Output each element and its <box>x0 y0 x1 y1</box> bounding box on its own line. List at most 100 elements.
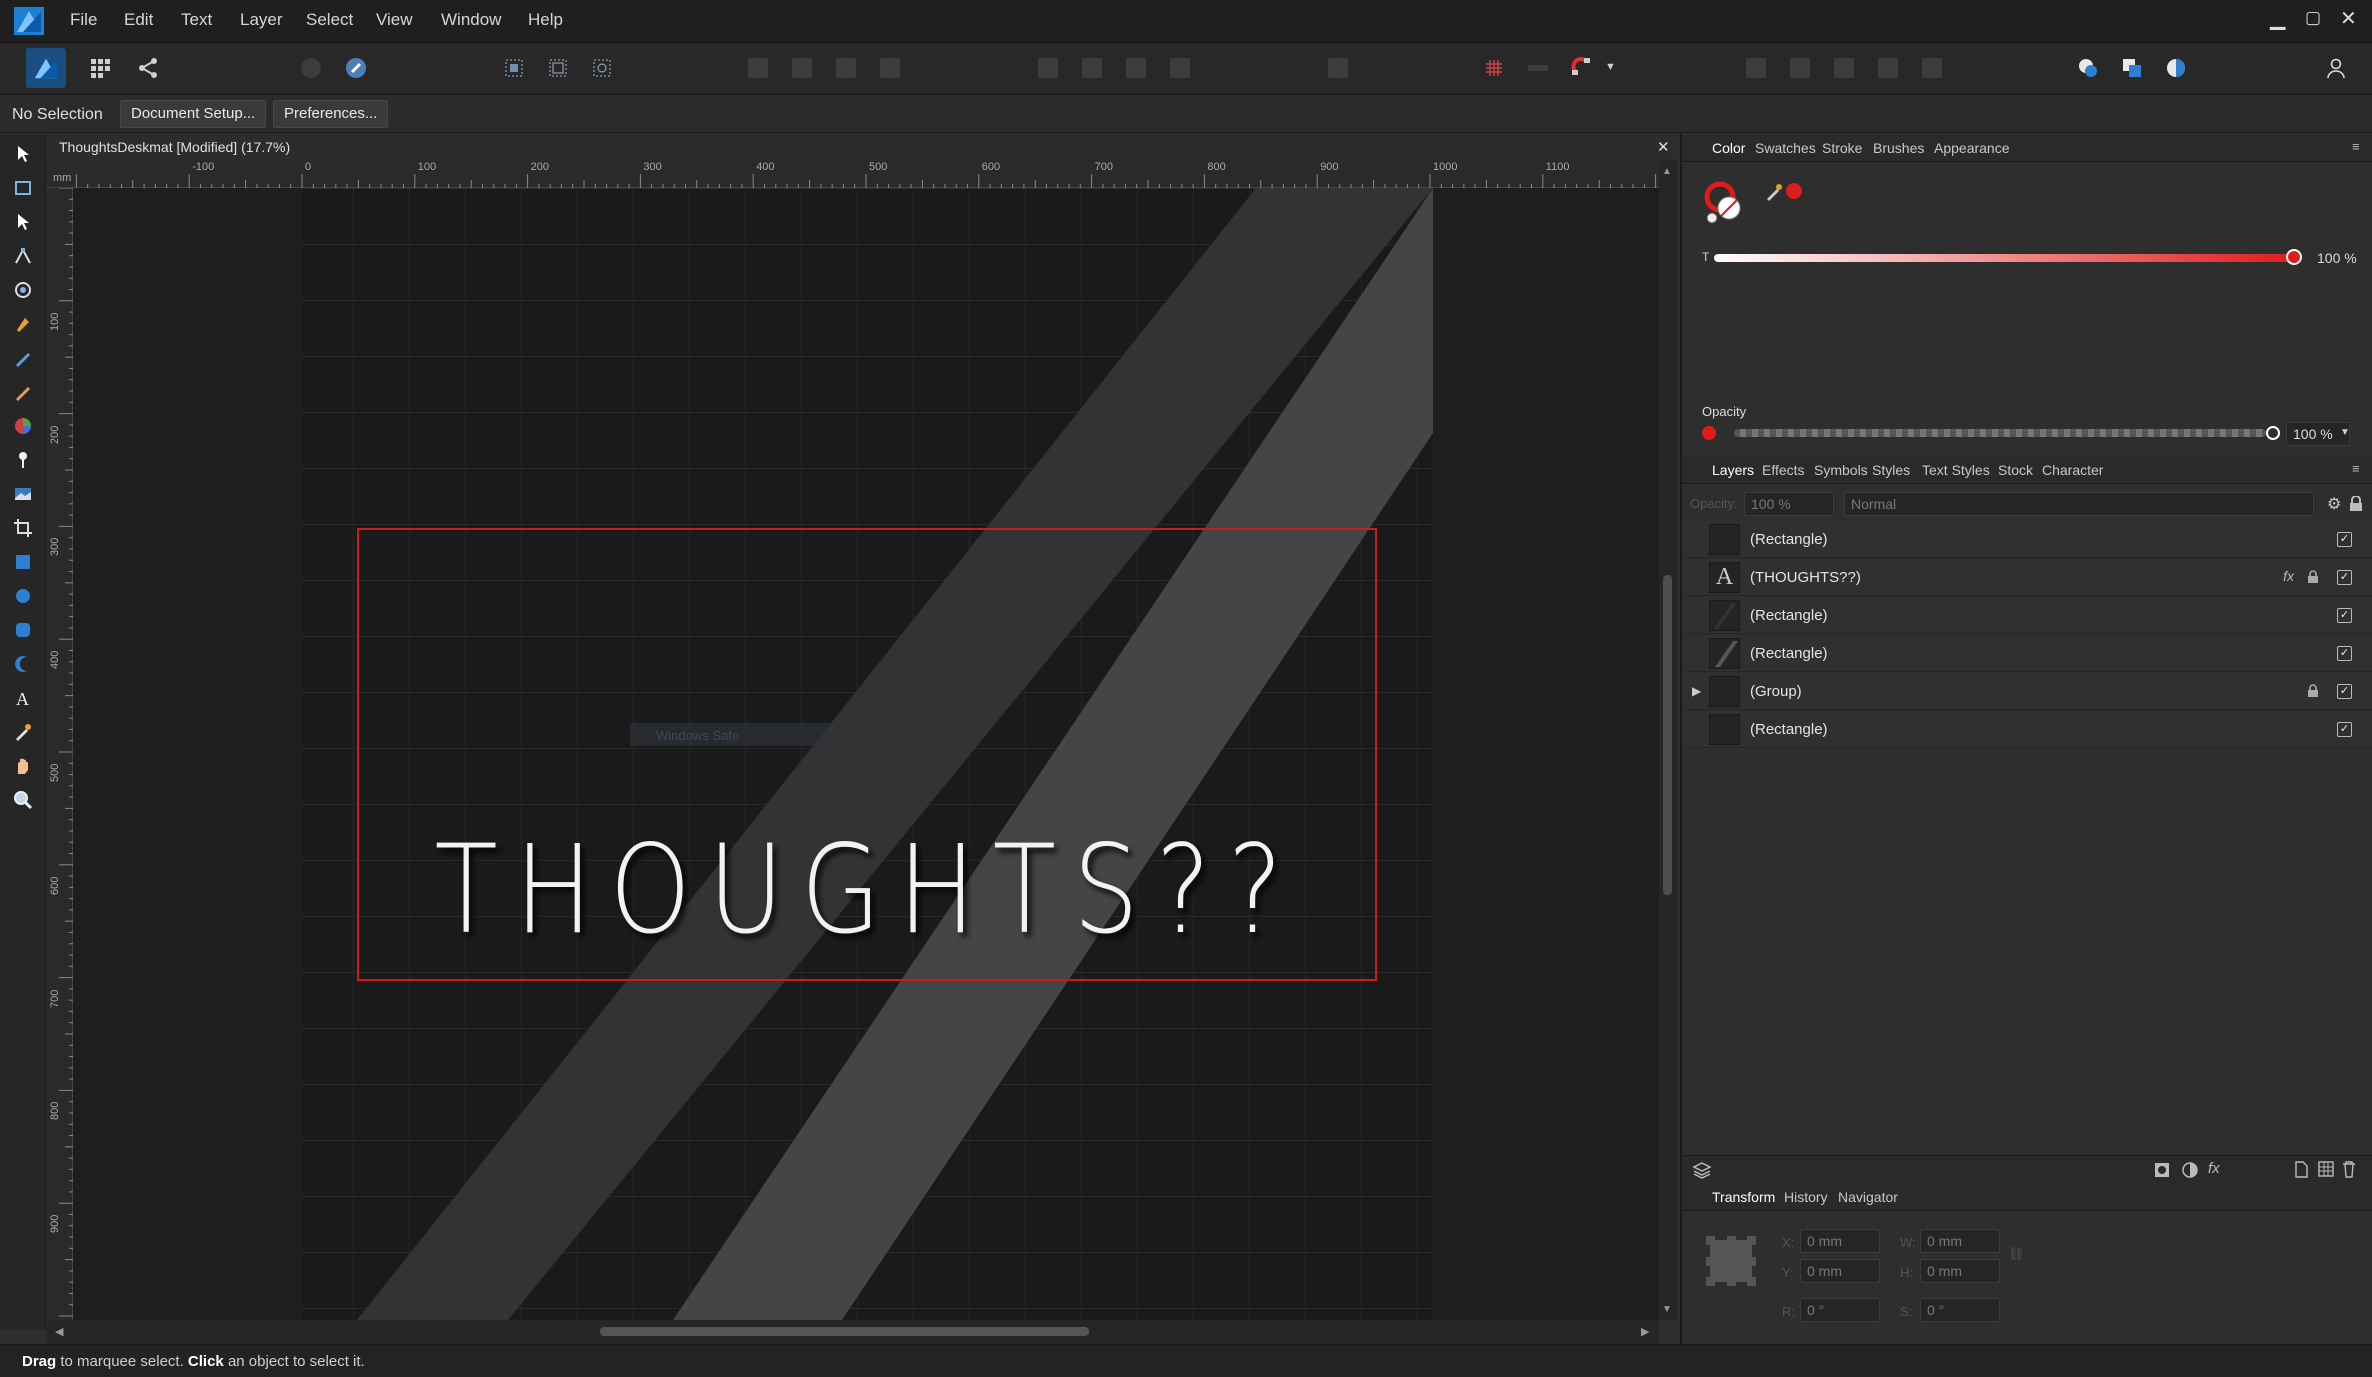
boolean-divide-icon[interactable] <box>874 52 906 84</box>
layer-row[interactable]: (Rectangle) ✓ <box>1684 521 2372 558</box>
shape-tool-icon[interactable] <box>9 650 37 678</box>
scroll-left-icon[interactable]: ◀ <box>55 1325 63 1338</box>
horizontal-scrollbar[interactable]: ◀ ▶ <box>47 1320 1659 1344</box>
tab-history[interactable]: History <box>1784 1189 1828 1205</box>
user-account-icon[interactable] <box>2320 52 2352 84</box>
rotate-right-icon[interactable] <box>1164 52 1196 84</box>
current-color-dot[interactable] <box>1786 183 1802 199</box>
tab-color[interactable]: Color <box>1712 140 1745 156</box>
transparency-tool-icon[interactable] <box>9 446 37 474</box>
shear-field[interactable]: 0 ° <box>1920 1298 2000 1322</box>
tab-appearance[interactable]: Appearance <box>1934 140 2010 156</box>
tab-layers[interactable]: Layers <box>1712 462 1754 478</box>
headline-text[interactable]: THOUGHTS?? <box>435 819 1300 961</box>
point-transform-tool-icon[interactable] <box>9 242 37 270</box>
layer-visibility-checkbox[interactable]: ✓ <box>2337 684 2352 699</box>
arrange-group-icon[interactable] <box>1916 52 1948 84</box>
layer-visibility-checkbox[interactable]: ✓ <box>2337 532 2352 547</box>
link-proportions-icon[interactable]: ⛓ <box>2008 1246 2025 1262</box>
opacity-slider[interactable] <box>1734 429 2266 437</box>
menu-select[interactable]: Select <box>306 10 353 30</box>
artboard-tool-icon[interactable] <box>9 174 37 202</box>
scroll-down-icon[interactable]: ▼ <box>1662 1304 1672 1315</box>
y-field[interactable]: 0 mm <box>1800 1259 1880 1283</box>
panel-menu-icon[interactable]: ≡ <box>2352 139 2360 154</box>
snap-bounds-icon[interactable] <box>542 52 574 84</box>
layer-visibility-checkbox[interactable]: ✓ <box>2337 608 2352 623</box>
w-field[interactable]: 0 mm <box>1920 1229 2000 1253</box>
menu-file[interactable]: File <box>70 10 97 30</box>
export-persona-icon[interactable] <box>132 52 164 84</box>
lock-icon[interactable] <box>2307 570 2319 584</box>
isolation-mode-icon[interactable] <box>2116 52 2148 84</box>
layer-visibility-checkbox[interactable]: ✓ <box>2337 570 2352 585</box>
layer-row[interactable]: (Rectangle) ✓ <box>1684 635 2372 672</box>
preferences-button[interactable]: Preferences... <box>273 100 389 128</box>
layer-settings-gear-icon[interactable]: ⚙ <box>2327 494 2341 514</box>
close-window-icon[interactable]: ✕ <box>2340 6 2357 31</box>
tab-stroke[interactable]: Stroke <box>1822 140 1862 156</box>
color-picker-icon[interactable] <box>1764 182 1784 202</box>
panel-menu-icon[interactable]: ≡ <box>2352 461 2360 476</box>
fill-stroke-swatch-icon[interactable] <box>1702 179 1752 229</box>
affinity-designer-logo[interactable] <box>14 7 44 35</box>
layer-row[interactable]: A (THOUGHTS??) fx ✓ <box>1684 559 2372 596</box>
layer-row[interactable]: (Rectangle) ✓ <box>1684 597 2372 634</box>
scroll-right-icon[interactable]: ▶ <box>1641 1325 1649 1338</box>
tab-stock[interactable]: Stock <box>1998 462 2033 478</box>
rotate-left-icon[interactable] <box>1120 52 1152 84</box>
boolean-add-icon[interactable] <box>742 52 774 84</box>
snap-to-grid-icon[interactable] <box>498 52 530 84</box>
layer-row[interactable]: (Rectangle) ✓ <box>1684 711 2372 748</box>
place-image-tool-icon[interactable] <box>9 480 37 508</box>
add-group-icon[interactable] <box>2318 1161 2334 1177</box>
menu-help[interactable]: Help <box>528 10 563 30</box>
designer-persona-icon[interactable] <box>26 48 66 88</box>
anchor-selector-icon[interactable] <box>1706 1236 1756 1286</box>
menu-layer[interactable]: Layer <box>240 10 283 30</box>
snapping-options-icon[interactable] <box>1522 52 1554 84</box>
flip-vertical-icon[interactable] <box>1076 52 1108 84</box>
layer-visibility-checkbox[interactable]: ✓ <box>2337 722 2352 737</box>
tab-symbols[interactable]: Symbols <box>1814 462 1868 478</box>
arrange-backward-icon[interactable] <box>1828 52 1860 84</box>
arrange-front-icon[interactable] <box>1740 52 1772 84</box>
arrange-back-icon[interactable] <box>1872 52 1904 84</box>
scroll-up-icon[interactable]: ▲ <box>1662 166 1672 177</box>
node-tool-icon[interactable] <box>9 208 37 236</box>
boolean-subtract-icon[interactable] <box>786 52 818 84</box>
fill-tool-icon[interactable] <box>9 412 37 440</box>
transform-objects-icon[interactable] <box>586 52 618 84</box>
tab-transform[interactable]: Transform <box>1712 1189 1775 1205</box>
rotation-field[interactable]: 0 ° <box>1800 1298 1880 1322</box>
delete-layer-icon[interactable] <box>2342 1160 2356 1178</box>
add-pixel-layer-icon[interactable] <box>2294 1161 2308 1178</box>
pencil-tool-icon[interactable] <box>9 344 37 372</box>
document-setup-button[interactable]: Document Setup... <box>120 100 267 128</box>
horizontal-scroll-thumb[interactable] <box>600 1327 1089 1336</box>
menu-view[interactable]: View <box>376 10 413 30</box>
contour-tool-icon[interactable] <box>9 276 37 304</box>
h-field[interactable]: 0 mm <box>1920 1259 2000 1283</box>
mask-layer-icon[interactable] <box>2154 1162 2170 1178</box>
tab-brushes[interactable]: Brushes <box>1873 140 1924 156</box>
rounded-rectangle-tool-icon[interactable] <box>9 616 37 644</box>
vertical-ruler[interactable]: 100 200 300 400 500 600 700 800 900 <box>47 188 73 1320</box>
snapping-dropdown-icon[interactable]: ▼ <box>1605 61 1616 73</box>
vector-brush-tool-icon[interactable] <box>9 378 37 406</box>
view-mode-icon[interactable] <box>2072 52 2104 84</box>
vertical-scroll-thumb[interactable] <box>1663 575 1672 895</box>
flip-horizontal-icon[interactable] <box>1032 52 1064 84</box>
pen-tool-icon[interactable] <box>9 310 37 338</box>
tab-character[interactable]: Character <box>2042 462 2103 478</box>
opacity-dropdown-icon[interactable]: ▼ <box>2340 427 2350 438</box>
assistant-icon[interactable] <box>340 52 372 84</box>
move-tool-icon[interactable] <box>9 140 37 168</box>
menu-text[interactable]: Text <box>181 10 212 30</box>
menu-edit[interactable]: Edit <box>124 10 153 30</box>
x-field[interactable]: 0 mm <box>1800 1229 1880 1253</box>
layers-stack-icon[interactable] <box>1692 1161 1712 1179</box>
show-grid-icon[interactable] <box>1478 52 1510 84</box>
fx-icon[interactable]: fx <box>2283 568 2294 584</box>
tab-styles[interactable]: Styles <box>1872 462 1910 478</box>
